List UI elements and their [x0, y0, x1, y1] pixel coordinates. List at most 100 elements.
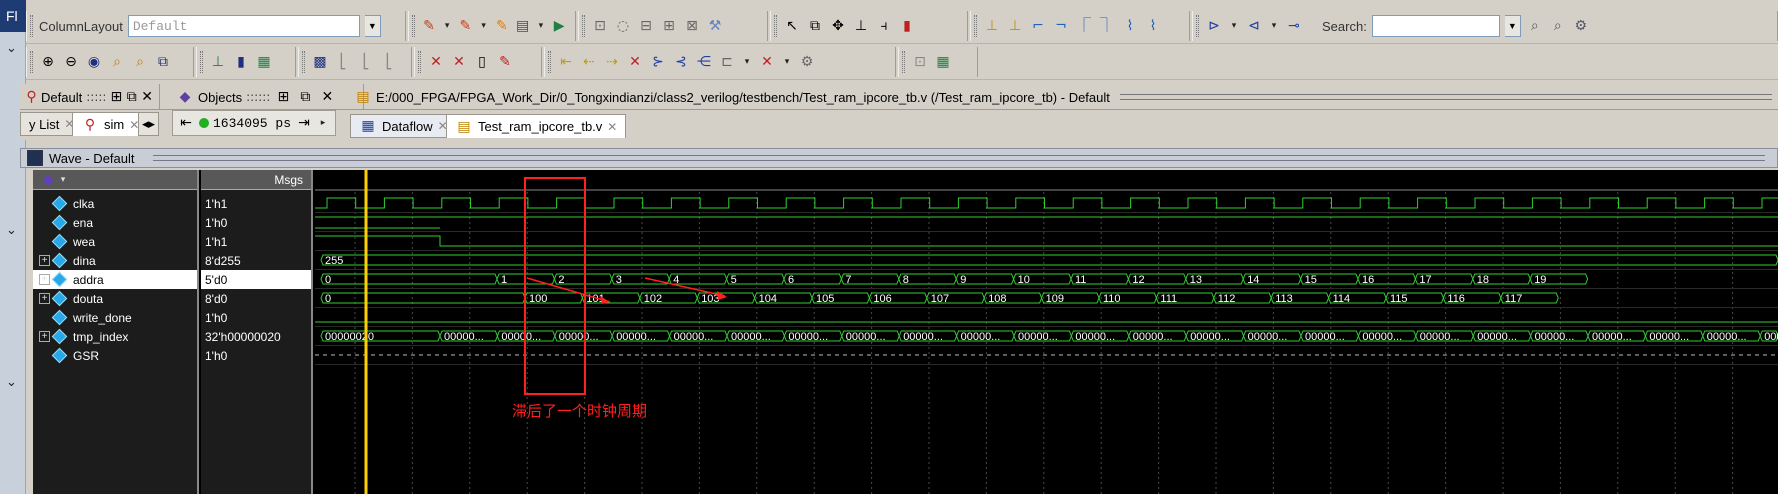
add-cursor-icon[interactable]: ⊥: [983, 17, 1001, 35]
view-icon[interactable]: ⊡: [911, 53, 929, 71]
signal-row-ena[interactable]: ena: [33, 213, 197, 232]
find-falling-icon[interactable]: ⎾: [1075, 17, 1093, 35]
delete-cursor-icon[interactable]: ⊥: [1006, 17, 1024, 35]
tab-scroll-arrows[interactable]: ◂▸: [138, 112, 160, 136]
divider-icon[interactable]: ⊥: [209, 53, 227, 71]
cursor-align-icon[interactable]: ⫞: [875, 17, 893, 35]
collapse-all-icon[interactable]: ⊰: [672, 53, 690, 71]
add-icon[interactable]: ⊞: [274, 88, 292, 106]
time-end-icon[interactable]: ⇥: [295, 114, 313, 132]
search-options-icon[interactable]: ⚙: [1572, 17, 1590, 35]
zoom-full-icon[interactable]: ◉: [85, 53, 103, 71]
expand-icon[interactable]: ⊳: [1205, 17, 1223, 35]
close-icon[interactable]: ✕: [318, 88, 336, 106]
insert-breakpoint-icon[interactable]: ▶: [551, 17, 567, 35]
group-icon[interactable]: ▮: [232, 53, 250, 71]
document-icon[interactable]: ▯: [473, 53, 491, 71]
column-layout-select[interactable]: Default: [127, 15, 360, 37]
waveform-canvas[interactable]: 2550 1 2 3 4 5 6 7 8 9 10 11 12 13 14 15 16 17 18 190 100 101…: [315, 170, 1778, 494]
close-icon[interactable]: ✕: [607, 120, 617, 134]
chevron-down-icon[interactable]: ▾: [57, 171, 69, 189]
first-icon[interactable]: ⇤: [557, 53, 575, 71]
find-any-icon[interactable]: ⌇: [1144, 17, 1162, 35]
options-icon[interactable]: ⚙: [798, 53, 816, 71]
signal-row-tmp_index[interactable]: + tmp_index: [33, 327, 197, 346]
zoom-select-icon[interactable]: ⧉: [154, 53, 172, 71]
signal-row-GSR[interactable]: GSR: [33, 346, 197, 365]
find-rising-icon[interactable]: ⏋: [1098, 17, 1116, 35]
undock-icon[interactable]: ⧉: [296, 88, 314, 106]
style-bracket-icon[interactable]: ⎣: [334, 53, 352, 71]
style-step-icon[interactable]: ⎣: [357, 53, 375, 71]
prev-edge-icon[interactable]: ⌐: [1029, 17, 1047, 35]
collapse-chevron-icon[interactable]: ⌄: [6, 222, 17, 238]
collapse-icon[interactable]: ⊲: [1245, 17, 1263, 35]
chevron-down-icon[interactable]: ▾: [442, 17, 453, 35]
next-edge-icon[interactable]: ¬: [1052, 17, 1070, 35]
add-wave-icon[interactable]: ✎: [457, 17, 473, 35]
compare-icon[interactable]: ⊏: [718, 53, 736, 71]
chevron-down-icon[interactable]: ▼: [1504, 15, 1521, 37]
grid-icon[interactable]: ▦: [255, 53, 273, 71]
signal-row-douta[interactable]: + douta: [33, 289, 197, 308]
undock-icon[interactable]: ⧉: [126, 88, 137, 106]
insert-divider-icon[interactable]: ▤: [515, 17, 531, 35]
expand-icon[interactable]: +: [39, 293, 50, 304]
merge-icon[interactable]: ⋲: [695, 53, 713, 71]
style-edge-icon[interactable]: ⎣: [380, 53, 398, 71]
format-2-icon[interactable]: ◌: [614, 17, 632, 35]
table-icon[interactable]: ▦: [934, 53, 952, 71]
chevron-right-icon[interactable]: ▸: [317, 114, 329, 132]
expand-icon[interactable]: +: [39, 274, 50, 285]
chevron-down-icon[interactable]: ▾: [1228, 17, 1240, 35]
edit-wave-icon[interactable]: ✎: [494, 17, 510, 35]
zoom-window-icon[interactable]: ⧉: [806, 17, 824, 35]
signal-row-write_done[interactable]: write_done: [33, 308, 197, 327]
wrench-icon[interactable]: ⚒: [706, 17, 724, 35]
pan-icon[interactable]: ✥: [829, 17, 847, 35]
objects-icon[interactable]: ◆: [39, 171, 57, 189]
cursor-lock-icon[interactable]: ⊥: [852, 17, 870, 35]
chevron-down-icon[interactable]: ▾: [536, 17, 547, 35]
search-next-icon[interactable]: ⌕: [1549, 17, 1567, 35]
time-start-icon[interactable]: ⇤: [177, 114, 195, 132]
app-menu-tab[interactable]: Fl: [0, 0, 26, 32]
select-pointer-icon[interactable]: ↖: [783, 17, 801, 35]
add-icon[interactable]: ⊞: [110, 88, 122, 106]
expand-all-icon[interactable]: ⊱: [649, 53, 667, 71]
collapse-chevron-icon[interactable]: ⌄: [6, 374, 17, 390]
delete-icon[interactable]: ✕: [427, 53, 445, 71]
next-icon[interactable]: ⇢: [603, 53, 621, 71]
clear-compare-icon[interactable]: ✕: [758, 53, 776, 71]
signal-row-wea[interactable]: wea: [33, 232, 197, 251]
zoom-range-icon[interactable]: ⌕: [131, 53, 149, 71]
signal-row-addra[interactable]: + addra: [33, 270, 197, 289]
prev-icon[interactable]: ⇠: [580, 53, 598, 71]
clear-icon[interactable]: ✎: [496, 53, 514, 71]
stop-icon[interactable]: ▮: [898, 17, 916, 35]
tab-dataflow[interactable]: ▦ Dataflow ✕: [350, 114, 457, 138]
signal-row-clka[interactable]: clka: [33, 194, 197, 213]
format-4-icon[interactable]: ⊞: [660, 17, 678, 35]
chevron-down-icon[interactable]: ▾: [478, 17, 489, 35]
add-wave-icon[interactable]: ✎: [421, 17, 437, 35]
collapse-chevron-icon[interactable]: ⌄: [6, 40, 17, 56]
format-1-icon[interactable]: ⊡: [591, 17, 609, 35]
tab-source-file[interactable]: ▤ Test_ram_ipcore_tb.v ✕: [446, 114, 627, 138]
chevron-down-icon[interactable]: ▾: [741, 53, 753, 71]
search-input[interactable]: [1371, 15, 1500, 37]
zoom-out-icon[interactable]: ⊖: [62, 53, 80, 71]
delete-all-icon[interactable]: ✕: [450, 53, 468, 71]
signal-row-dina[interactable]: + dina: [33, 251, 197, 270]
chevron-down-icon[interactable]: ▾: [1268, 17, 1280, 35]
format-3-icon[interactable]: ⊟: [637, 17, 655, 35]
find-edge-icon[interactable]: ⌇: [1121, 17, 1139, 35]
expand-icon[interactable]: +: [39, 255, 50, 266]
search-icon[interactable]: ⌕: [1526, 17, 1544, 35]
format-all-icon[interactable]: ⊠: [683, 17, 701, 35]
close-icon[interactable]: ✕: [141, 88, 153, 106]
expand-icon[interactable]: +: [39, 331, 50, 342]
zoom-in-icon[interactable]: ⊕: [39, 53, 57, 71]
style-dot-icon[interactable]: ▩: [311, 53, 329, 71]
tab-sim[interactable]: ⚲ sim ✕: [72, 112, 149, 136]
